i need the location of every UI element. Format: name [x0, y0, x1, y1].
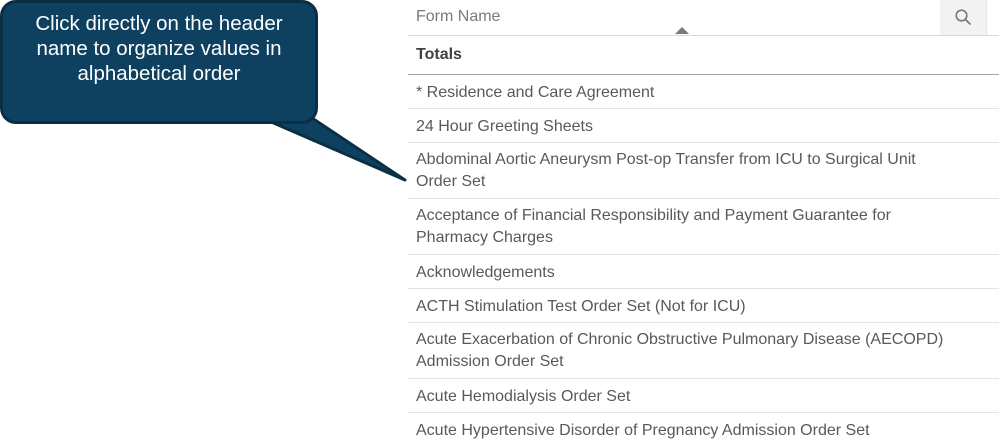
screen: Form Name Totals * Residence and Care Ag…	[0, 0, 999, 439]
instruction-callout: Click directly on the header name to org…	[0, 0, 318, 124]
callout-text: Click directly on the header name to org…	[35, 12, 283, 85]
